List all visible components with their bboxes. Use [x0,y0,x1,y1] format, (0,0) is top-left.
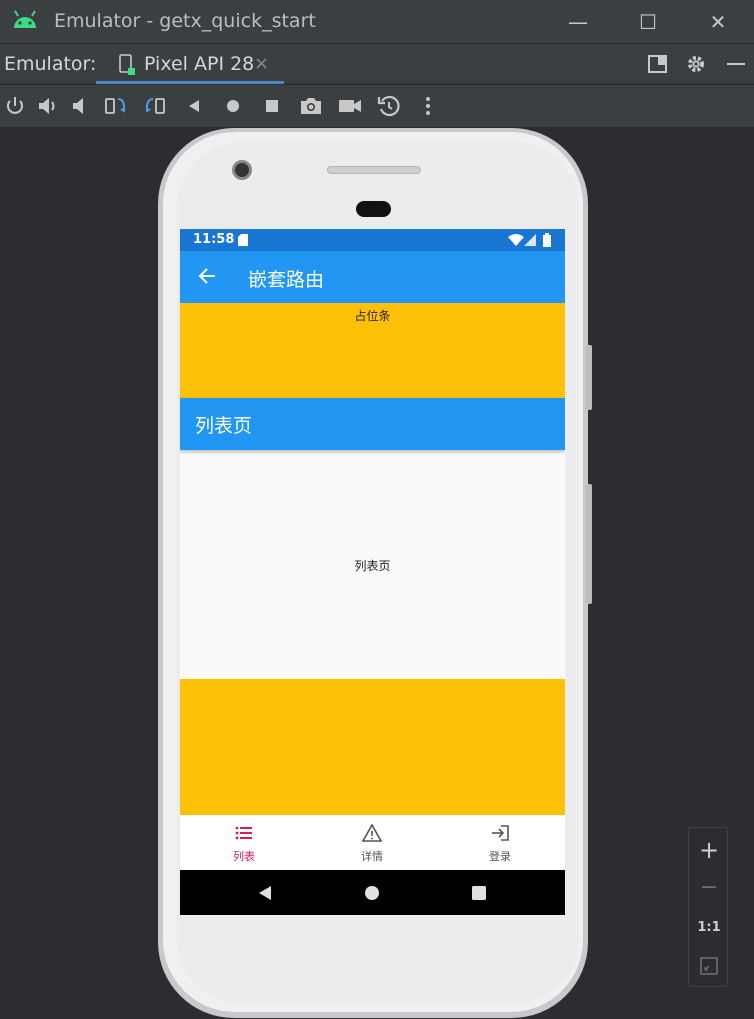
bottom-navigation: 列表 详情 登录 [180,815,565,870]
status-bar: 11:58 [180,229,565,251]
nav-label-login: 登录 [489,850,511,863]
volume-up-icon[interactable] [35,93,61,119]
overview-icon[interactable] [259,93,285,119]
zoom-panel: + − 1:1 [688,827,728,987]
minimize-button[interactable]: — [561,8,595,36]
nested-page-title: 列表页 [195,415,253,437]
status-time: 11:58 [193,232,235,247]
tab-label: Pixel API 28 [144,53,255,75]
screen-record-icon[interactable] [337,93,363,119]
zoom-out-button[interactable]: − [689,870,729,906]
tab-bar: Emulator: Pixel API 28 × [0,44,754,84]
nav-label-details: 详情 [361,850,383,863]
close-button[interactable]: ✕ [701,8,735,36]
home-icon[interactable] [220,93,246,119]
tab-pixel-api-28[interactable]: Pixel API 28 × [96,44,284,84]
android-logo-icon [14,10,36,28]
volume-down-icon[interactable] [67,93,93,119]
more-icon[interactable] [415,93,441,119]
system-back-icon[interactable] [256,884,274,902]
nested-app-bar: 列表页 [180,398,565,450]
device-volume-button[interactable] [586,484,592,604]
placeholder-label: 占位条 [354,309,391,323]
device-screen: 11:58 嵌套路由 占位条 列表页 列表页 列表 详情 登录 [180,229,565,915]
earpiece-speaker [327,166,421,174]
list-page-content: 列表页 [180,454,565,679]
back-arrow-icon[interactable] [196,265,218,287]
placeholder-bar-bottom [180,679,565,815]
back-icon[interactable] [181,93,207,119]
tab-close-icon[interactable]: × [254,53,269,74]
title-bar: Emulator - getx_quick_start — ☐ ✕ [0,0,754,44]
system-overview-icon[interactable] [470,884,488,902]
window-title: Emulator - getx_quick_start [54,10,316,32]
sd-card-icon [238,234,248,246]
nav-item-list[interactable]: 列表 [180,815,308,870]
nav-item-login[interactable]: 登录 [436,815,564,870]
hide-panel-icon[interactable] [724,52,748,76]
layout-icon[interactable] [646,52,670,76]
rotate-right-icon[interactable] [142,93,168,119]
nav-label-list: 列表 [233,850,255,863]
zoom-in-button[interactable]: + [689,832,729,868]
settings-gear-icon[interactable] [684,52,708,76]
screenshot-icon[interactable] [298,93,324,119]
power-icon[interactable] [2,93,28,119]
app-bar: 嵌套路由 [180,251,565,303]
emulator-toolbar [0,85,754,127]
page-title: 嵌套路由 [248,269,325,291]
actual-size-button[interactable]: 1:1 [689,910,729,946]
placeholder-bar-top: 占位条 [180,303,565,398]
login-icon [492,825,509,841]
rotate-left-icon[interactable] [103,93,129,119]
tab-active-indicator [96,81,284,84]
warning-icon [362,824,382,842]
list-page-text: 列表页 [354,559,391,573]
nav-item-details[interactable]: 详情 [308,815,436,870]
proximity-sensor [356,201,391,217]
front-camera [232,160,252,180]
list-icon [235,826,252,840]
maximize-button[interactable]: ☐ [631,8,665,36]
battery-icon [543,233,551,247]
device-power-button[interactable] [586,345,592,410]
fit-screen-icon[interactable] [699,956,719,976]
system-home-icon[interactable] [363,884,381,902]
emulator-window: { "window": { "title": "Emulator - getx_… [0,0,754,1019]
snapshot-icon[interactable] [376,93,402,119]
signal-wifi-icon [508,234,536,246]
device-icon [119,54,135,75]
system-navigation-bar [180,870,565,915]
emulator-label: Emulator: [4,53,97,75]
